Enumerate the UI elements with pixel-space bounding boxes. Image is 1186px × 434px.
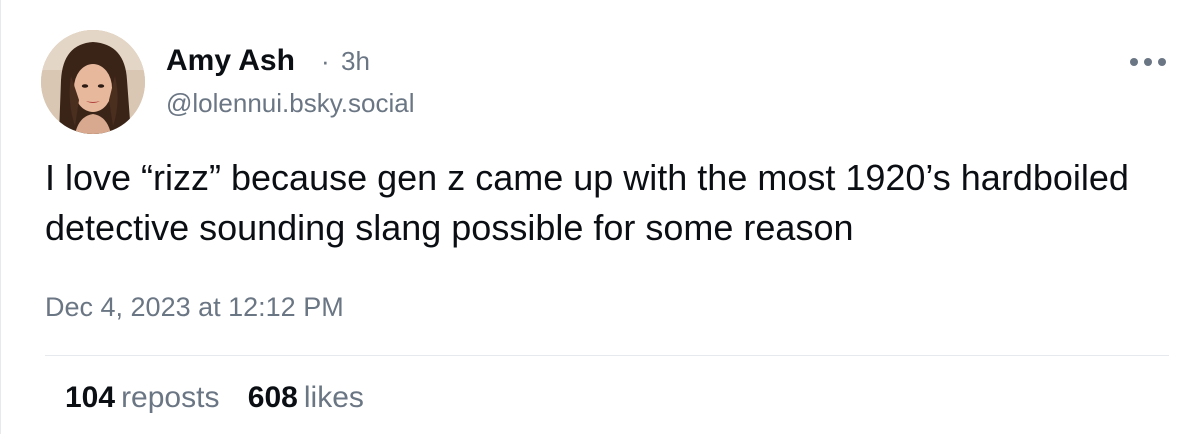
post-card: Amy Ash · 3h @lolennui.bsky.social I lov… [0,0,1186,434]
author-avatar[interactable] [41,30,145,134]
avatar-photo [41,30,145,134]
likes-count: 608 [247,381,298,414]
likes-label: likes [303,381,364,414]
reposts-stat[interactable]: 104 reposts [65,380,219,416]
more-options-button[interactable] [1125,52,1171,72]
post-timestamp: Dec 4, 2023 at 12:12 PM [45,292,344,322]
post-time-ago[interactable]: 3h [341,45,370,77]
divider [45,355,1169,356]
post-text: I love “rizz” because gen z came up with… [45,157,1129,248]
reposts-label: reposts [121,381,220,414]
separator-dot: · [321,46,330,76]
more-horizontal-icon [1127,58,1169,66]
likes-stat[interactable]: 608 likes [248,380,364,416]
author-display-name[interactable]: Amy Ash [166,43,295,79]
reposts-count: 104 [65,381,116,414]
engagement-stats: 104 reposts 608 likes [65,380,364,416]
author-handle[interactable]: @lolennui.bsky.social [166,87,414,119]
